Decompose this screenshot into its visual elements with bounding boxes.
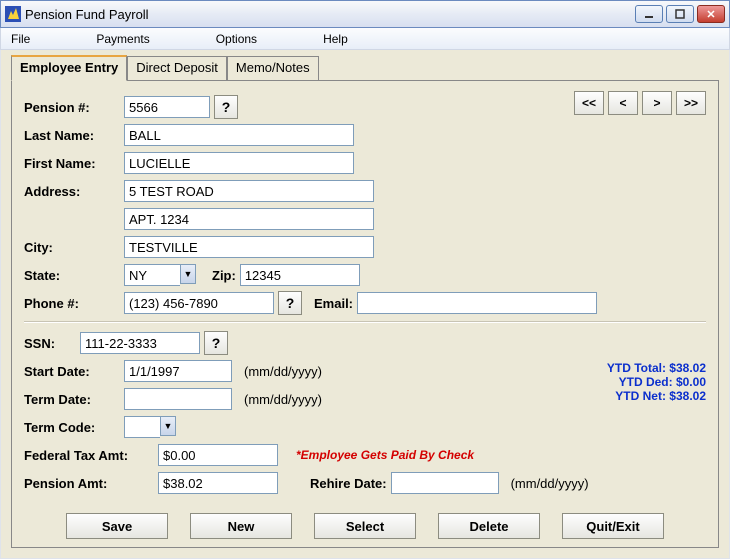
term-date-input[interactable] [124, 388, 232, 410]
nav-next-button[interactable]: > [642, 91, 672, 115]
menu-help[interactable]: Help [319, 32, 360, 46]
email-input[interactable] [357, 292, 597, 314]
label-term-code: Term Code: [24, 420, 120, 435]
label-address: Address: [24, 184, 120, 199]
pension-num-input[interactable] [124, 96, 210, 118]
label-phone: Phone #: [24, 296, 120, 311]
button-bar: Save New Select Delete Quit/Exit [12, 513, 718, 539]
term-date-format-hint: (mm/dd/yyyy) [244, 392, 322, 407]
label-state: State: [24, 268, 120, 283]
menu-file[interactable]: File [7, 32, 42, 46]
tab-direct-deposit[interactable]: Direct Deposit [127, 56, 227, 80]
save-button[interactable]: Save [66, 513, 168, 539]
window-title: Pension Fund Payroll [25, 7, 635, 22]
client-area: Employee Entry Direct Deposit Memo/Notes… [0, 50, 730, 559]
label-email: Email: [314, 296, 353, 311]
rehire-date-input[interactable] [391, 472, 499, 494]
rehire-date-format-hint: (mm/dd/yyyy) [511, 476, 589, 491]
label-fed-tax: Federal Tax Amt: [24, 448, 154, 463]
paid-by-check-note: *Employee Gets Paid By Check [296, 448, 474, 462]
menu-bar: File Payments Options Help [0, 28, 730, 50]
ssn-input[interactable] [80, 332, 200, 354]
ytd-total-label: YTD Total: $38.02 [607, 361, 706, 375]
address2-input[interactable] [124, 208, 374, 230]
label-city: City: [24, 240, 120, 255]
nav-buttons: << < > >> [574, 91, 706, 115]
tab-strip: Employee Entry Direct Deposit Memo/Notes [11, 56, 719, 80]
last-name-input[interactable] [124, 124, 354, 146]
maximize-button[interactable] [666, 5, 694, 23]
tab-memo-notes[interactable]: Memo/Notes [227, 56, 319, 80]
zip-input[interactable] [240, 264, 360, 286]
menu-options[interactable]: Options [212, 32, 269, 46]
menu-payments[interactable]: Payments [92, 32, 161, 46]
city-input[interactable] [124, 236, 374, 258]
term-code-dropdown-icon[interactable]: ▼ [160, 416, 176, 436]
window-controls: ✕ [635, 5, 725, 23]
pension-amt-input[interactable] [158, 472, 278, 494]
label-first-name: First Name: [24, 156, 120, 171]
pension-num-lookup-button[interactable]: ? [214, 95, 238, 119]
term-code-select[interactable] [124, 416, 160, 438]
nav-first-button[interactable]: << [574, 91, 604, 115]
new-button[interactable]: New [190, 513, 292, 539]
quit-button[interactable]: Quit/Exit [562, 513, 664, 539]
select-button[interactable]: Select [314, 513, 416, 539]
delete-button[interactable]: Delete [438, 513, 540, 539]
start-date-format-hint: (mm/dd/yyyy) [244, 364, 322, 379]
label-pension-amt: Pension Amt: [24, 476, 154, 491]
label-term-date: Term Date: [24, 392, 120, 407]
phone-lookup-button[interactable]: ? [278, 291, 302, 315]
fed-tax-input[interactable] [158, 444, 278, 466]
phone-input[interactable] [124, 292, 274, 314]
state-dropdown-icon[interactable]: ▼ [180, 264, 196, 284]
nav-prev-button[interactable]: < [608, 91, 638, 115]
ytd-ded-label: YTD Ded: $0.00 [619, 375, 706, 389]
state-select[interactable] [124, 264, 180, 286]
start-date-input[interactable] [124, 360, 232, 382]
label-last-name: Last Name: [24, 128, 120, 143]
label-ssn: SSN: [24, 336, 76, 351]
app-icon [5, 6, 21, 22]
title-bar: Pension Fund Payroll ✕ [0, 0, 730, 28]
section-divider [24, 321, 706, 323]
tab-panel-employee-entry: << < > >> Pension #: ? Last Name: First … [11, 80, 719, 548]
address1-input[interactable] [124, 180, 374, 202]
tab-employee-entry[interactable]: Employee Entry [11, 55, 127, 81]
minimize-button[interactable] [635, 5, 663, 23]
label-rehire-date: Rehire Date: [310, 476, 387, 491]
nav-last-button[interactable]: >> [676, 91, 706, 115]
first-name-input[interactable] [124, 152, 354, 174]
label-start-date: Start Date: [24, 364, 120, 379]
ytd-net-label: YTD Net: $38.02 [615, 389, 706, 403]
ssn-lookup-button[interactable]: ? [204, 331, 228, 355]
label-pension-num: Pension #: [24, 100, 120, 115]
label-zip: Zip: [212, 268, 236, 283]
close-button[interactable]: ✕ [697, 5, 725, 23]
